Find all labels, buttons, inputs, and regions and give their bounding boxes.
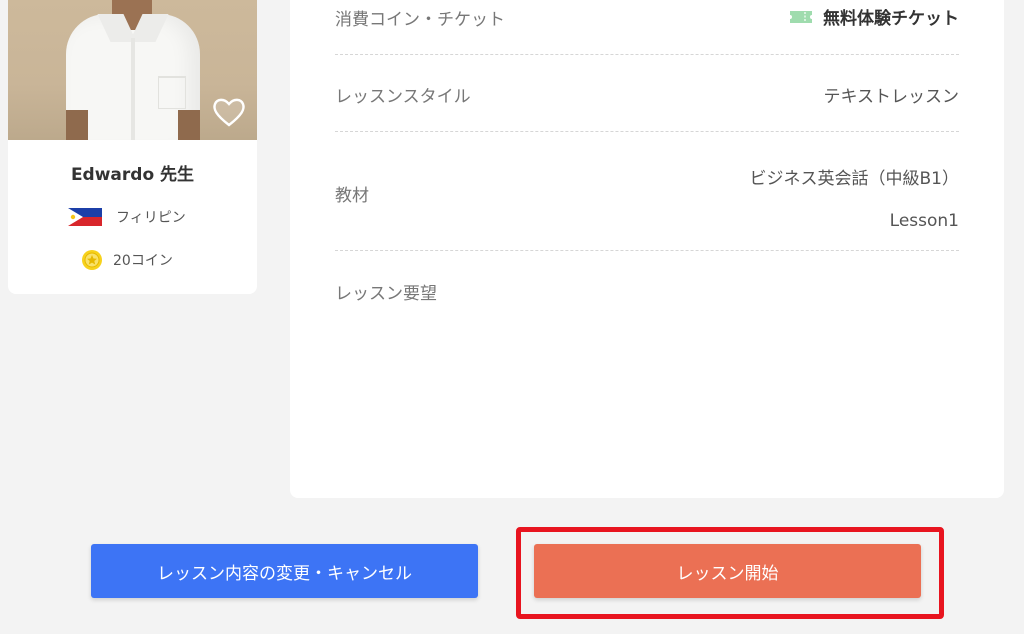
teacher-name: Edwardo 先生 — [70, 165, 195, 185]
country-label: フィリピン — [116, 210, 186, 226]
detail-row-material: 教材 ビジネス英会話（中級B1） Lesson1 — [335, 131, 959, 251]
detail-label: 教材 — [335, 186, 369, 206]
coins-label: 20コイン — [113, 253, 173, 269]
detail-row-ticket: 消費コイン・チケット 無料体験チケット — [335, 0, 959, 55]
lesson-details-panel: 消費コイン・チケット 無料体験チケット レッスンスタイル テキストレッスン 教材… — [290, 0, 1004, 498]
detail-value: 無料体験チケット — [789, 4, 959, 29]
start-lesson-button[interactable]: レッスン開始 — [534, 544, 921, 598]
detail-label: レッスンスタイル — [335, 87, 471, 107]
change-cancel-button[interactable]: レッスン内容の変更・キャンセル — [91, 544, 478, 598]
teacher-coins: 20コイン — [81, 249, 173, 271]
detail-value: テキストレッスン — [823, 87, 960, 107]
coin-icon — [82, 250, 102, 270]
detail-row-style: レッスンスタイル テキストレッスン — [335, 54, 959, 132]
heart-icon[interactable] — [212, 96, 246, 128]
detail-row-request: レッスン要望 — [335, 250, 959, 370]
material-title: ビジネス英会話（中級B1） — [749, 169, 959, 189]
ticket-icon — [790, 10, 812, 23]
detail-label: レッスン要望 — [335, 284, 437, 304]
detail-label: 消費コイン・チケット — [335, 10, 505, 30]
ticket-type: 無料体験チケット — [823, 9, 959, 29]
teacher-country: フィリピン — [68, 206, 186, 228]
teacher-photo — [8, 0, 257, 140]
detail-value: ビジネス英会話（中級B1） Lesson1 — [750, 158, 959, 242]
material-lesson: Lesson1 — [889, 211, 959, 231]
philippines-flag-icon — [68, 208, 102, 226]
teacher-card[interactable]: Edwardo 先生 フィリピン 20コイン — [8, 0, 257, 294]
